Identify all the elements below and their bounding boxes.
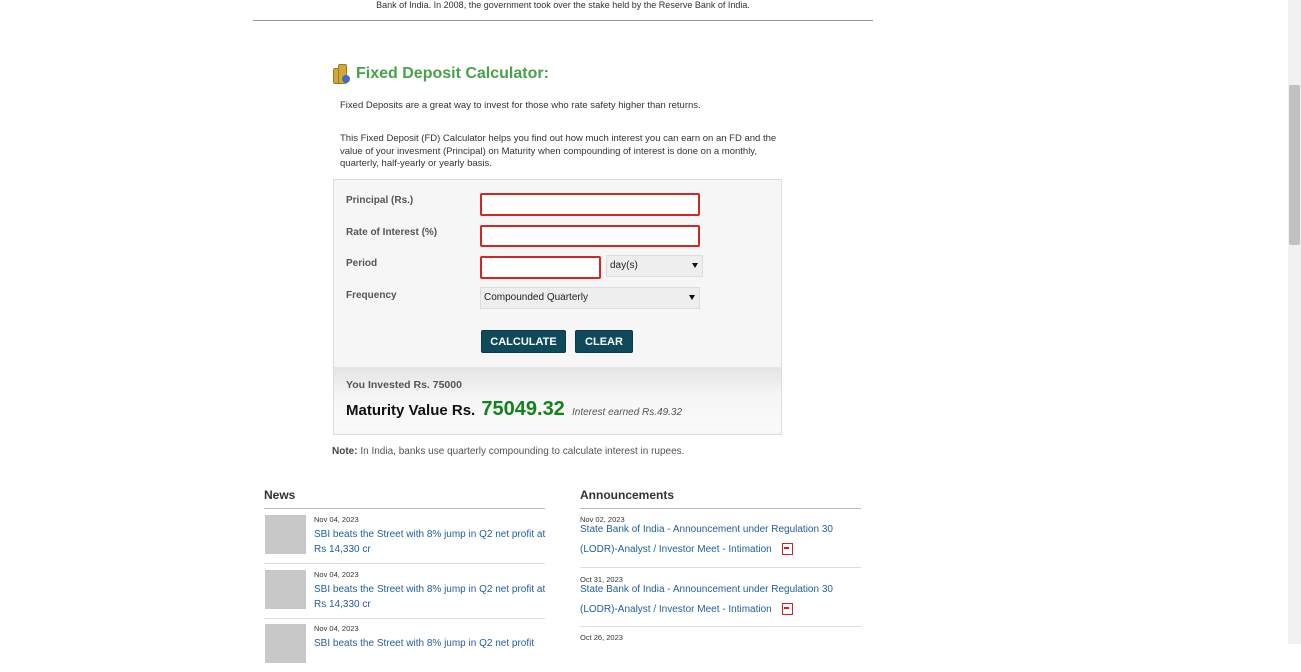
news-headline-link[interactable]: SBI beats the Street with 8% jump in Q2 … bbox=[314, 637, 546, 652]
frequency-label: Frequency bbox=[346, 290, 397, 301]
maturity-line: Maturity Value Rs. 75049.32 Interest ear… bbox=[346, 398, 682, 421]
chevron-down-icon bbox=[692, 263, 698, 268]
maturity-value: 75049.32 bbox=[481, 398, 565, 420]
news-date: Nov 04, 2023 bbox=[314, 570, 359, 579]
intro-paragraph-tail: Bank of India. In 2008, the government t… bbox=[376, 0, 750, 10]
calculate-button[interactable]: CALCULATE bbox=[481, 330, 566, 353]
announcement-item[interactable]: Nov 02, 2023 State Bank of India - Annou… bbox=[580, 508, 861, 568]
invested-text: You Invested Rs. 75000 bbox=[346, 379, 462, 391]
news-date: Nov 04, 2023 bbox=[314, 515, 359, 524]
calculator-description: This Fixed Deposit (FD) Calculator helps… bbox=[340, 133, 777, 169]
interest-earned: Interest earned Rs.49.32 bbox=[571, 407, 683, 418]
calculator-note: Note: In India, banks use quarterly comp… bbox=[332, 446, 684, 457]
announcement-text[interactable]: State Bank of India - Announcement under… bbox=[580, 584, 833, 615]
pdf-icon[interactable] bbox=[781, 543, 793, 556]
news-thumbnail[interactable] bbox=[265, 570, 306, 609]
news-title: News bbox=[264, 488, 296, 502]
calculator-header: Fixed Deposit Calculator: bbox=[333, 64, 549, 84]
frequency-value: Compounded Quarterly bbox=[484, 292, 588, 303]
period-unit-value: day(s) bbox=[610, 260, 638, 271]
news-thumbnail[interactable] bbox=[265, 515, 306, 554]
result-panel: You Invested Rs. 75000 Maturity Value Rs… bbox=[334, 367, 781, 431]
announcements-title: Announcements bbox=[580, 488, 675, 502]
news-headline-link[interactable]: SBI beats the Street with 8% jump in Q2 … bbox=[314, 528, 546, 557]
news-date: Nov 04, 2023 bbox=[314, 624, 359, 633]
announcement-date: Oct 26, 2023 bbox=[580, 633, 623, 642]
calculator-title: Fixed Deposit Calculator: bbox=[356, 64, 549, 82]
announcement-item[interactable]: Oct 26, 2023 bbox=[580, 627, 861, 644]
rate-label: Rate of Interest (%) bbox=[346, 227, 438, 238]
chevron-down-icon bbox=[689, 295, 695, 300]
section-divider bbox=[253, 20, 873, 21]
news-item[interactable]: Nov 04, 2023 SBI beats the Street with 8… bbox=[264, 617, 545, 672]
scrollbar-thumb[interactable] bbox=[1289, 85, 1300, 245]
announcement-link[interactable]: State Bank of India - Announcement under… bbox=[580, 580, 860, 620]
news-item[interactable]: Nov 04, 2023 SBI beats the Street with 8… bbox=[264, 563, 545, 619]
announcement-text[interactable]: State Bank of India - Announcement under… bbox=[580, 524, 833, 555]
news-item[interactable]: Nov 04, 2023 SBI beats the Street with 8… bbox=[264, 508, 545, 564]
news-headline-link[interactable]: SBI beats the Street with 8% jump in Q2 … bbox=[314, 583, 546, 612]
frequency-select[interactable]: Compounded Quarterly bbox=[480, 287, 700, 309]
calculator-form: Principal (Rs.) Rate of Interest (%) Per… bbox=[333, 179, 782, 435]
period-unit-select[interactable]: day(s) bbox=[606, 255, 703, 277]
rate-input[interactable] bbox=[480, 225, 700, 247]
announcement-item[interactable]: Oct 31, 2023 State Bank of India - Annou… bbox=[580, 568, 861, 627]
period-label: Period bbox=[346, 258, 378, 269]
principal-input[interactable] bbox=[480, 193, 700, 216]
calculator-intro: Fixed Deposits are a great way to invest… bbox=[340, 100, 701, 111]
coins-icon bbox=[333, 64, 350, 84]
announcement-link[interactable]: State Bank of India - Announcement under… bbox=[580, 520, 860, 560]
clear-button[interactable]: CLEAR bbox=[575, 330, 633, 353]
maturity-label: Maturity Value Rs. bbox=[346, 402, 476, 419]
principal-label: Principal (Rs.) bbox=[346, 195, 414, 206]
note-label: Note: bbox=[332, 446, 358, 457]
pdf-icon[interactable] bbox=[781, 603, 793, 616]
note-text: In India, banks use quarterly compoundin… bbox=[360, 446, 685, 457]
period-input[interactable] bbox=[480, 256, 601, 279]
